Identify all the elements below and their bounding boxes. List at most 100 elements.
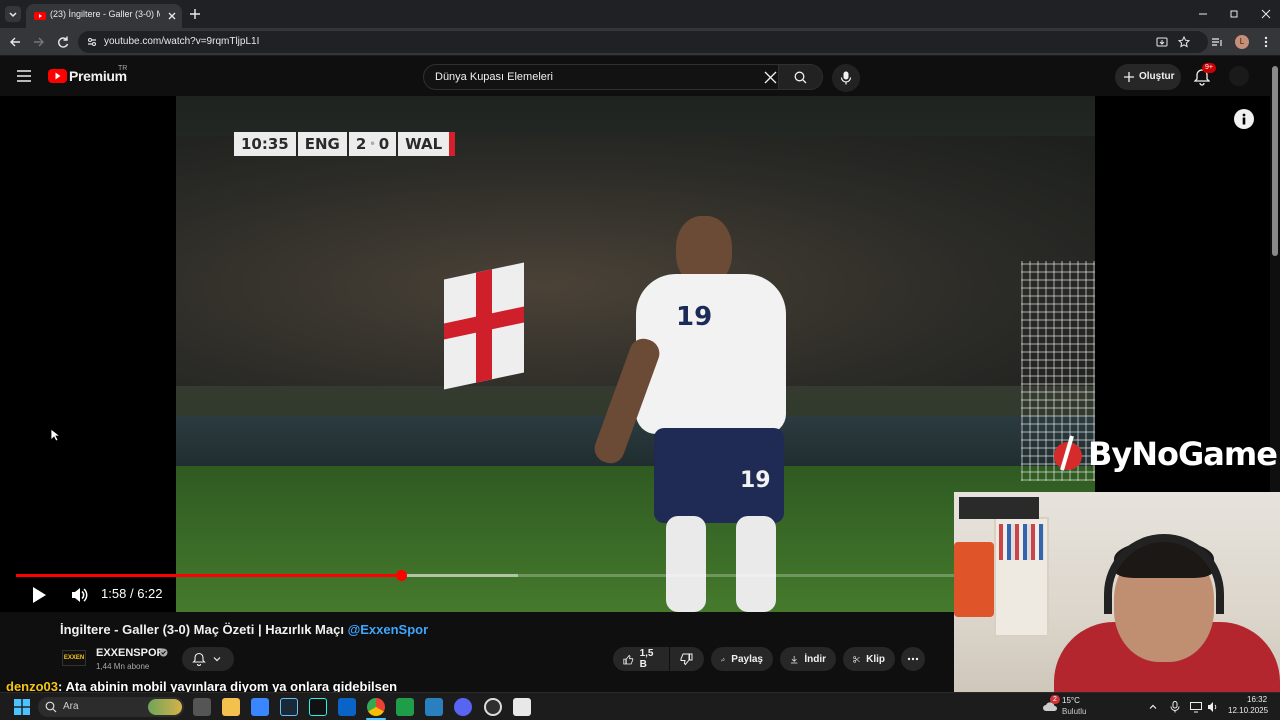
watermark-text: ByNoGame	[1088, 435, 1278, 473]
footballer-legs-right	[736, 516, 776, 612]
weather-widget[interactable]: 2 15°C Bulutlu	[1040, 695, 1120, 719]
subscribe-notification-button[interactable]	[182, 647, 234, 671]
channel-logo-text: EXXEN	[63, 655, 85, 661]
like-count: 1,5 B	[639, 648, 654, 670]
file-explorer-icon[interactable]	[222, 698, 240, 716]
chevron-up-icon[interactable]	[1148, 702, 1158, 712]
minimize-icon[interactable]	[1197, 8, 1209, 20]
search-box[interactable]: Dünya Kupası Elemeleri	[423, 64, 823, 90]
like-button[interactable]: 1,5 B	[613, 647, 669, 671]
tab-search-button[interactable]	[5, 6, 21, 22]
clip-label: Klip	[866, 653, 885, 665]
xbox-app-icon[interactable]	[396, 698, 414, 716]
play-icon[interactable]	[31, 586, 47, 604]
site-info-icon[interactable]	[86, 36, 98, 48]
media-controls-icon[interactable]	[1211, 36, 1223, 48]
clock-time[interactable]: 16:32	[1247, 695, 1267, 704]
hamburger-menu-icon[interactable]	[17, 70, 31, 82]
youtube-header: Premium TR Dünya Kupası Elemeleri Oluştu…	[0, 56, 1280, 96]
volume-icon[interactable]	[70, 586, 88, 604]
shirt-number: 19	[676, 302, 713, 332]
video-title-text: İngiltere - Galler (3-0) Maç Özeti | Haz…	[60, 622, 344, 637]
search-icon	[45, 701, 57, 713]
webcam-boxes	[959, 497, 1039, 519]
scrollbar-thumb[interactable]	[1272, 66, 1278, 256]
microphone-icon[interactable]	[1170, 701, 1180, 713]
search-button[interactable]	[778, 65, 822, 89]
url-text: youtube.com/watch?v=9rqmTljpL1I	[104, 36, 260, 47]
install-app-icon[interactable]	[1156, 36, 1168, 48]
reload-icon[interactable]	[56, 35, 70, 49]
webcam-headphones	[1104, 534, 1224, 614]
new-tab-icon[interactable]	[188, 7, 202, 21]
duration: 6:22	[137, 586, 163, 601]
notifications-button[interactable]: 9+	[1193, 63, 1216, 87]
search-input[interactable]: Dünya Kupası Elemeleri	[435, 71, 553, 83]
bynogame-logo-icon	[1054, 435, 1082, 471]
clear-search-icon[interactable]	[764, 71, 777, 84]
scoreboard: 10:35 ENG 2 • 0 WAL	[234, 132, 456, 156]
progress-scrubber[interactable]	[395, 570, 407, 581]
app-window-icon[interactable]	[513, 698, 531, 716]
info-button[interactable]	[1234, 109, 1254, 129]
voice-search-button[interactable]	[832, 64, 860, 92]
chevron-down-icon	[213, 657, 221, 662]
footballer-legs	[666, 516, 706, 612]
download-button[interactable]: İndir	[780, 647, 836, 671]
close-tab-icon[interactable]	[166, 10, 178, 22]
tiktok-icon[interactable]	[309, 698, 327, 716]
account-avatar[interactable]	[1229, 66, 1249, 86]
discord-icon[interactable]	[454, 698, 472, 716]
forward-icon[interactable]	[32, 35, 46, 49]
microsoft-store-icon[interactable]	[251, 698, 269, 716]
restore-icon[interactable]	[1228, 8, 1240, 20]
channel-mention-link[interactable]: @ExxenSpor	[348, 622, 429, 637]
network-app-icon[interactable]	[425, 698, 443, 716]
taskbar-search[interactable]: Ara	[38, 697, 184, 717]
display-icon[interactable]	[1190, 701, 1202, 713]
profile-avatar[interactable]: L	[1235, 35, 1249, 49]
score-divider: •	[368, 132, 377, 156]
tab-title: (23) İngiltere - Galler (3-0) Maç	[50, 9, 160, 19]
browser-menu-icon[interactable]	[1261, 35, 1271, 49]
weather-badge: 2	[1050, 695, 1060, 704]
windows-start-icon[interactable]	[14, 699, 30, 715]
create-label: Oluştur	[1139, 71, 1175, 82]
bell-icon	[192, 652, 206, 666]
address-bar[interactable]: youtube.com/watch?v=9rqmTljpL1I	[78, 31, 1208, 53]
clip-button[interactable]: Klip	[843, 647, 895, 671]
progress-bar[interactable]	[16, 570, 954, 581]
info-icon	[1242, 113, 1246, 125]
clock-date[interactable]: 12.10.2025	[1228, 706, 1268, 715]
browser-tab[interactable]: (23) İngiltere - Galler (3-0) Maç	[26, 4, 182, 28]
thumbs-up-icon	[623, 654, 634, 664]
dislike-button[interactable]	[670, 647, 704, 671]
video-title: İngiltere - Galler (3-0) Maç Özeti | Haz…	[60, 622, 428, 637]
bynogame-watermark: ByNoGame	[1052, 434, 1278, 474]
more-actions-button[interactable]	[901, 647, 925, 671]
channel-avatar[interactable]: EXXEN	[62, 650, 86, 666]
england-flag	[444, 262, 524, 390]
task-view-icon[interactable]	[193, 698, 211, 716]
close-window-icon[interactable]	[1260, 8, 1272, 20]
back-icon[interactable]	[8, 35, 22, 49]
obs-icon[interactable]	[484, 698, 502, 716]
chrome-icon[interactable]	[367, 698, 385, 716]
home-score: 2	[348, 132, 369, 156]
speaker-icon[interactable]	[1207, 701, 1219, 713]
steam-icon[interactable]	[280, 698, 298, 716]
microphone-icon	[840, 71, 852, 85]
notifications-badge: 9+	[1202, 63, 1216, 73]
time-separator: /	[129, 586, 134, 601]
create-button[interactable]: Oluştur	[1115, 64, 1181, 90]
subscriber-count: 1,44 Mn abone	[96, 662, 150, 671]
search-highlight-image	[148, 699, 182, 715]
away-team-color	[449, 132, 456, 156]
bookmark-star-icon[interactable]	[1178, 36, 1190, 48]
share-icon	[721, 657, 726, 661]
streamer-webcam	[954, 492, 1280, 692]
share-button[interactable]: Paylaş	[711, 647, 773, 671]
channel-name[interactable]: EXXENSPOR	[96, 647, 164, 659]
outlook-icon[interactable]	[338, 698, 356, 716]
time-display: 1:58 / 6:22	[101, 586, 163, 601]
